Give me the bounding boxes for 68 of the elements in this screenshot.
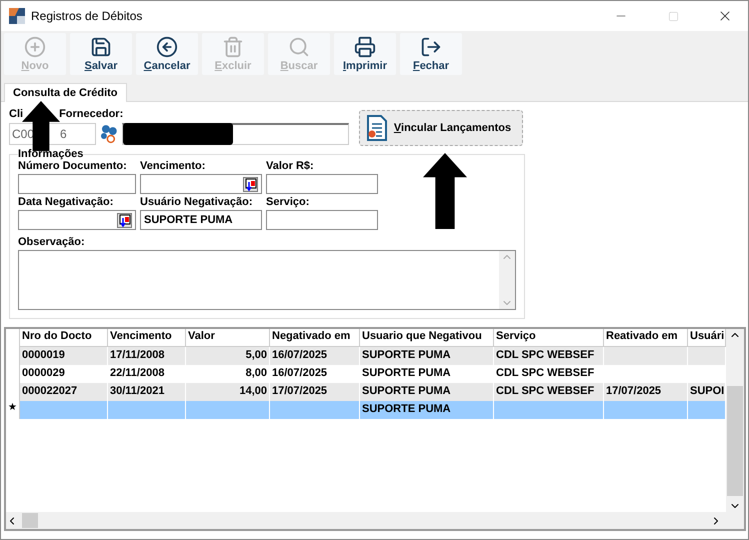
calendar-icon[interactable] <box>117 212 132 228</box>
table-row[interactable]: 000022027 30/11/2021 14,00 17/07/2025 SUPORTE PUMA CDL SPC WEBSEF 17/07/2025 SUPOI <box>6 383 726 401</box>
scrollbar-thumb[interactable] <box>22 513 38 528</box>
name-field[interactable] <box>122 123 349 145</box>
table-cell: 14,00 <box>239 385 267 397</box>
table-cell: SUPORTE PUMA <box>362 385 451 397</box>
search-icon <box>288 36 310 58</box>
table-cell: SUPOI <box>690 385 724 397</box>
column-header[interactable]: Vencimento <box>108 329 186 347</box>
field-label: Serviço: <box>266 196 310 208</box>
table-cell: 17/11/2008 <box>110 349 164 361</box>
table-cell: CDL SPC WEBSEF <box>496 349 594 361</box>
document-money-icon <box>366 115 388 141</box>
input-field[interactable]: SUPORTE PUMA <box>140 210 262 230</box>
table-cell: 8,00 <box>246 367 267 379</box>
column-header[interactable]: Nro do Docto <box>20 329 108 347</box>
window-title: Registros de Débitos <box>31 9 144 23</box>
add-icon <box>24 36 46 58</box>
table-cell: SUPORTE PUMA <box>362 349 451 361</box>
field-label: Usuário Negativação: <box>140 196 254 208</box>
table-cell: 5,00 <box>246 349 267 361</box>
field-label: Data Negativação: <box>18 196 114 208</box>
table-cell: 0000019 <box>22 349 65 361</box>
table-cell: CDL SPC WEBSEF <box>496 385 594 397</box>
exit-door-icon <box>420 36 442 58</box>
table-cell: 000022027 <box>22 385 78 397</box>
field-label: Vencimento: <box>140 160 206 172</box>
date-field[interactable] <box>18 210 136 230</box>
toolbar-button[interactable]: Salvar <box>70 33 132 75</box>
toolbar-button[interactable]: Fechar <box>400 33 462 75</box>
table-cell: 16/07/2025 <box>272 349 328 361</box>
table-cell: 17/07/2025 <box>606 385 662 397</box>
table-row[interactable]: 0000019 17/11/2008 5,00 16/07/2025 SUPORTE PUMA CDL SPC WEBSEF <box>6 347 726 365</box>
field-label: Fornecedor: <box>59 108 124 120</box>
table-cell: 16/07/2025 <box>272 367 328 379</box>
tab[interactable]: Consulta de Crédito <box>4 83 127 102</box>
column-header[interactable]: Valor <box>186 329 270 347</box>
input-field[interactable] <box>266 210 378 230</box>
column-header[interactable]: Serviço <box>494 329 604 347</box>
field-label: Valor R$: <box>266 160 315 172</box>
app-logo-icon <box>9 8 25 24</box>
field-label: Número Documento: <box>18 160 128 172</box>
printer-icon <box>354 36 376 58</box>
calendar-icon[interactable] <box>243 176 258 192</box>
input-field[interactable] <box>266 174 378 194</box>
scrollbar-thumb[interactable] <box>727 386 743 496</box>
trash-icon <box>222 36 244 58</box>
toolbar-button[interactable]: Cancelar <box>136 33 198 75</box>
table-cell: 0000029 <box>22 367 65 379</box>
date-field[interactable] <box>140 174 262 194</box>
field-label: Observação: <box>18 236 85 248</box>
column-header[interactable]: Usuario que Negativou <box>360 329 494 347</box>
toolbar-button[interactable]: Imprimir <box>334 33 396 75</box>
table-cell: 30/11/2021 <box>110 385 164 397</box>
link-entries-button[interactable]: Vincular Lançamentos <box>358 110 523 146</box>
table-cell: SUPORTE PUMA <box>362 403 451 415</box>
field-label: Cli <box>9 108 24 120</box>
column-header[interactable]: Negativado em <box>270 329 360 347</box>
input-field[interactable] <box>18 174 136 194</box>
table-cell: 17/07/2025 <box>272 385 328 397</box>
table-cell: SUPORTE PUMA <box>362 367 451 379</box>
column-header[interactable]: Usuári <box>688 329 726 347</box>
table-cell: 22/11/2008 <box>110 367 164 379</box>
group-title: Informações <box>18 148 84 160</box>
table-cell: CDL SPC WEBSEF <box>496 367 594 379</box>
column-header[interactable]: Reativado em <box>604 329 688 347</box>
table-row[interactable]: ★ SUPORTE PUMA <box>6 401 726 419</box>
row-marker: ★ <box>6 401 20 419</box>
